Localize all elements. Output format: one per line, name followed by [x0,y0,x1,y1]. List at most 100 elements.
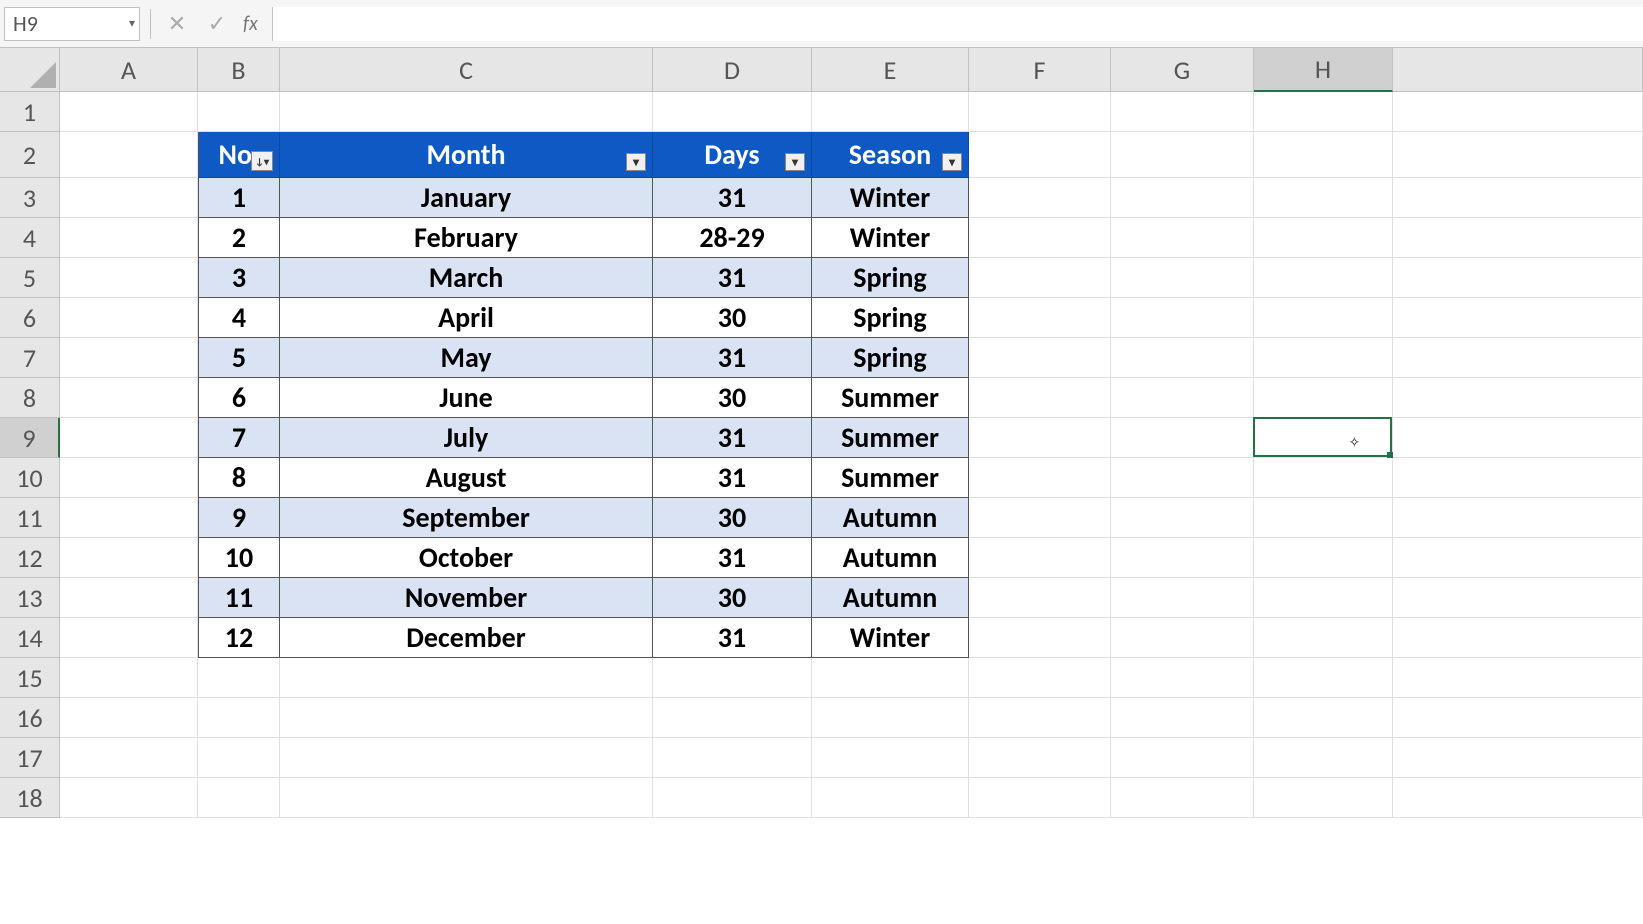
cell[interactable] [969,338,1111,378]
table-cell[interactable]: 31 [653,338,812,378]
cell[interactable] [812,738,969,778]
cell[interactable] [1254,498,1393,538]
accept-button[interactable]: ✓ [197,7,237,41]
table-cell[interactable]: June [280,378,653,418]
cell[interactable] [198,738,280,778]
table-cell[interactable]: Winter [812,218,969,258]
table-cell[interactable]: 31 [653,178,812,218]
cell[interactable] [1393,298,1643,338]
cell[interactable] [280,658,653,698]
table-cell[interactable]: Autumn [812,578,969,618]
table-cell[interactable]: March [280,258,653,298]
cell[interactable] [1393,778,1643,818]
cell[interactable] [60,658,198,698]
cell[interactable] [198,778,280,818]
sort-filter-icon[interactable]: ↓▾ [251,151,273,171]
table-header-no[interactable]: No.↓▾ [198,132,280,178]
table-cell[interactable]: 8 [198,458,280,498]
table-cell[interactable]: Autumn [812,498,969,538]
table-cell[interactable]: 30 [653,298,812,338]
cell[interactable] [60,498,198,538]
cell[interactable] [60,298,198,338]
column-header-F[interactable]: F [969,48,1111,92]
row-header-14[interactable]: 14 [0,618,60,658]
table-header-days[interactable]: Days [653,132,812,178]
cell[interactable] [1111,778,1254,818]
cell[interactable] [60,538,198,578]
cell[interactable] [280,698,653,738]
cell[interactable] [969,178,1111,218]
cell[interactable] [812,778,969,818]
column-header-D[interactable]: D [653,48,812,92]
row-header-8[interactable]: 8 [0,378,60,418]
cell[interactable] [1393,378,1643,418]
row-header-15[interactable]: 15 [0,658,60,698]
table-cell[interactable]: 30 [653,498,812,538]
column-header-B[interactable]: B [198,48,280,92]
table-cell[interactable]: February [280,218,653,258]
cell[interactable] [969,132,1111,178]
table-cell[interactable]: 7 [198,418,280,458]
cell[interactable] [1393,178,1643,218]
table-cell[interactable]: January [280,178,653,218]
cell[interactable] [1254,458,1393,498]
cell[interactable] [1111,618,1254,658]
table-cell[interactable]: Spring [812,338,969,378]
cell[interactable] [969,658,1111,698]
cell[interactable] [1254,778,1393,818]
formula-input[interactable] [272,7,1643,41]
table-cell[interactable]: 30 [653,578,812,618]
cell[interactable] [812,92,969,132]
cell[interactable] [1393,698,1643,738]
column-header-tail[interactable] [1393,48,1643,92]
cell[interactable] [60,258,198,298]
table-cell[interactable]: Summer [812,458,969,498]
cell[interactable] [60,338,198,378]
cell[interactable] [969,258,1111,298]
cell[interactable] [60,778,198,818]
row-header-7[interactable]: 7 [0,338,60,378]
cell[interactable] [969,538,1111,578]
row-header-5[interactable]: 5 [0,258,60,298]
cell[interactable] [1111,92,1254,132]
cell[interactable] [1111,218,1254,258]
cell[interactable] [1393,338,1643,378]
cell[interactable] [1111,298,1254,338]
cell[interactable] [1111,458,1254,498]
table-cell[interactable]: Winter [812,618,969,658]
table-cell[interactable]: 31 [653,618,812,658]
cell[interactable] [1111,378,1254,418]
table-cell[interactable]: November [280,578,653,618]
table-header-season[interactable]: Season [812,132,969,178]
table-cell[interactable]: 31 [653,418,812,458]
cell[interactable] [1111,658,1254,698]
cell[interactable] [969,92,1111,132]
cell[interactable] [1111,578,1254,618]
cell[interactable] [653,658,812,698]
cell[interactable] [1254,538,1393,578]
cell[interactable] [1254,618,1393,658]
cell[interactable] [969,698,1111,738]
column-header-H[interactable]: H [1254,48,1393,92]
cell[interactable] [1254,178,1393,218]
column-header-A[interactable]: A [60,48,198,92]
table-cell[interactable]: 9 [198,498,280,538]
table-cell[interactable]: 10 [198,538,280,578]
table-cell[interactable]: 31 [653,258,812,298]
table-cell[interactable]: 3 [198,258,280,298]
row-header-2[interactable]: 2 [0,132,60,178]
table-cell[interactable]: 5 [198,338,280,378]
cell[interactable] [969,418,1111,458]
cell[interactable] [1111,258,1254,298]
table-cell[interactable]: 4 [198,298,280,338]
cell[interactable] [1393,258,1643,298]
cell[interactable] [1254,418,1393,458]
table-cell[interactable]: Spring [812,298,969,338]
cell[interactable] [653,738,812,778]
cell[interactable] [60,738,198,778]
table-cell[interactable]: May [280,338,653,378]
filter-dropdown-icon[interactable] [942,153,962,171]
cell[interactable] [1111,178,1254,218]
table-cell[interactable]: December [280,618,653,658]
row-header-11[interactable]: 11 [0,498,60,538]
